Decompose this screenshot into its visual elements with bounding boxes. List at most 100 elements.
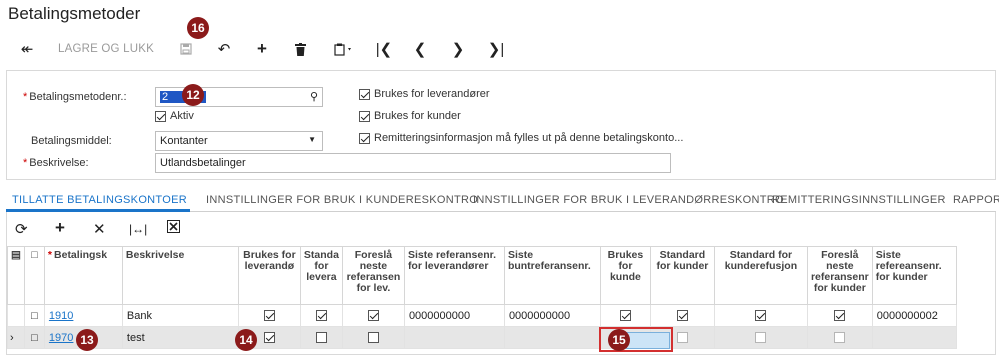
first-icon: |❮ — [375, 41, 393, 58]
description-cell[interactable]: test — [121, 326, 239, 349]
table-row[interactable]: □ 1910 Bank 0000000000 0000000000 000000… — [7, 304, 957, 327]
first-record-button[interactable]: |❮ — [374, 38, 394, 60]
method-id-label: * Betalingsmetodenr.: — [23, 91, 127, 103]
last-record-button[interactable]: ❯| — [486, 38, 506, 60]
delete-button[interactable] — [290, 38, 310, 60]
method-id-input[interactable]: 2 ⚲ — [155, 87, 323, 107]
badge-12: 12 — [182, 84, 204, 106]
use-customer-checkbox[interactable] — [619, 310, 631, 322]
col-header-use-vendor[interactable]: Brukes for leverandø — [237, 246, 301, 305]
file-icon: □ — [31, 309, 38, 322]
default-vendor-checkbox[interactable] — [315, 332, 327, 344]
grid-delete-button[interactable]: ✕ — [93, 220, 106, 238]
last-ref-vendor-cell[interactable]: 0000000000 — [403, 304, 505, 327]
default-customer-checkbox[interactable] — [676, 310, 688, 322]
use-vendor-checkbox[interactable] — [263, 332, 275, 344]
add-button[interactable]: + — [252, 38, 272, 60]
description-cell[interactable]: Bank — [121, 304, 239, 327]
use-for-vendors-row[interactable]: Brukes for leverandører — [359, 88, 490, 100]
table-row[interactable]: › □ 1970 test — [7, 326, 957, 349]
col-header-default-vendor[interactable]: Standa for levera — [299, 246, 343, 305]
method-id-value: 2 — [160, 91, 171, 103]
default-vendor-cell[interactable] — [299, 326, 343, 349]
back-button[interactable]: ↞ — [16, 38, 38, 60]
default-vendor-cell[interactable] — [299, 304, 343, 327]
save-close-label: LAGRE OG LUKK — [58, 43, 154, 55]
default-refund-cell[interactable] — [713, 304, 808, 327]
remittance-row[interactable]: Remitteringsinformasjon må fylles ut på … — [359, 132, 683, 144]
account-link[interactable]: 1970 — [49, 332, 73, 344]
default-customer-checkbox[interactable] — [676, 332, 688, 344]
tab-customer-settings[interactable]: INNSTILLINGER FOR BRUK I KUNDERESKONTRO — [206, 194, 478, 206]
fit-columns-button[interactable]: |↔| — [129, 222, 147, 236]
col-header-suggest-ref-vendor[interactable]: Foreslå neste referansen for lev. — [341, 246, 405, 305]
description-input[interactable]: Utlandsbetalinger — [155, 153, 671, 173]
use-customer-cell[interactable] — [599, 304, 651, 327]
row-file-cell[interactable]: □ — [23, 326, 45, 349]
last-batch-ref-cell[interactable]: 0000000000 — [503, 304, 601, 327]
default-refund-checkbox[interactable] — [755, 310, 767, 322]
use-vendor-checkbox[interactable] — [263, 310, 275, 322]
last-icon: ❯| — [487, 41, 505, 58]
default-vendor-checkbox[interactable] — [315, 310, 327, 322]
col-header-default-customer[interactable]: Standard for kunder — [649, 246, 715, 305]
col-header-use-customer[interactable]: Brukes for kunde — [599, 246, 651, 305]
suggest-ref-vendor-checkbox[interactable] — [367, 332, 379, 344]
use-for-customers-checkbox[interactable] — [359, 110, 370, 122]
payment-means-select[interactable]: Kontanter ▼ — [155, 131, 323, 151]
previous-record-button[interactable]: ❮ — [410, 38, 430, 60]
col-header-last-ref-vendor[interactable]: Siste referansenr. for leverandører — [403, 246, 505, 305]
tab-report[interactable]: RAPPORT — [953, 194, 999, 206]
col-header-last-ref-customer[interactable]: Siste refereansenr. for kunder — [871, 246, 957, 305]
excel-icon — [167, 220, 180, 233]
remittance-checkbox[interactable] — [359, 132, 370, 144]
suggest-ref-customer-checkbox[interactable] — [834, 310, 846, 322]
next-record-button[interactable]: ❯ — [448, 38, 468, 60]
col-header-suggest-ref-customer[interactable]: Foreslå neste referansenr for kunder — [806, 246, 873, 305]
badge-15: 15 — [608, 329, 630, 351]
default-refund-cell[interactable] — [713, 326, 808, 349]
tab-remittance[interactable]: REMITTERINGSINNSTILLINGER — [772, 194, 946, 206]
row-file-cell[interactable]: □ — [23, 304, 45, 327]
suggest-ref-vendor-cell[interactable] — [341, 326, 405, 349]
active-checkbox-row[interactable]: Aktiv — [155, 110, 194, 122]
col-header-default-refund[interactable]: Standard for kunderefusjon — [713, 246, 808, 305]
row-indicator — [7, 304, 25, 327]
refresh-icon: ⟳ — [15, 221, 28, 238]
last-ref-customer-cell[interactable]: 0000000002 — [871, 304, 957, 327]
badge-13: 13 — [76, 329, 98, 351]
default-customer-cell[interactable] — [649, 304, 715, 327]
col-header-description[interactable]: Beskrivelse — [121, 246, 239, 305]
suggest-ref-customer-cell[interactable] — [806, 304, 873, 327]
tab-vendor-settings[interactable]: INNSTILLINGER FOR BRUK I LEVERANDØRRESKO… — [473, 194, 784, 206]
use-vendor-cell[interactable] — [237, 304, 301, 327]
use-for-customers-row[interactable]: Brukes for kunder — [359, 110, 461, 122]
refresh-button[interactable]: ⟳ — [15, 220, 28, 238]
col-header-account[interactable]: * Betalingsk — [43, 246, 123, 305]
last-batch-ref-cell[interactable] — [503, 326, 601, 349]
copy-paste-button[interactable] — [330, 38, 358, 60]
default-refund-checkbox[interactable] — [755, 332, 767, 344]
plus-icon: + — [257, 39, 267, 58]
suggest-ref-customer-cell[interactable] — [806, 326, 873, 349]
save-close-button[interactable]: LAGRE OG LUKK — [56, 38, 156, 60]
account-link[interactable]: 1910 — [49, 310, 73, 322]
caret-down-icon: ▼ — [308, 135, 316, 144]
active-checkbox[interactable] — [155, 110, 166, 122]
col-header-last-batch-ref[interactable]: Siste buntreferansenr. — [503, 246, 601, 305]
suggest-ref-vendor-checkbox[interactable] — [367, 310, 379, 322]
suggest-ref-customer-checkbox[interactable] — [834, 332, 846, 344]
last-ref-vendor-cell[interactable] — [403, 326, 505, 349]
tab-allowed-accounts[interactable]: TILLATTE BETALINGSKONTOER — [12, 194, 187, 206]
account-cell[interactable]: 1910 — [43, 304, 123, 327]
export-button[interactable] — [167, 220, 180, 237]
close-icon: ✕ — [93, 221, 106, 238]
undo-icon: ↶ — [217, 41, 231, 58]
save-button[interactable] — [176, 38, 196, 60]
row-indicator: › — [7, 326, 25, 349]
suggest-ref-vendor-cell[interactable] — [341, 304, 405, 327]
grid-add-button[interactable]: + — [55, 218, 65, 238]
undo-button[interactable]: ↶ — [214, 38, 234, 60]
last-ref-customer-cell[interactable] — [871, 326, 957, 349]
use-for-vendors-checkbox[interactable] — [359, 88, 370, 100]
